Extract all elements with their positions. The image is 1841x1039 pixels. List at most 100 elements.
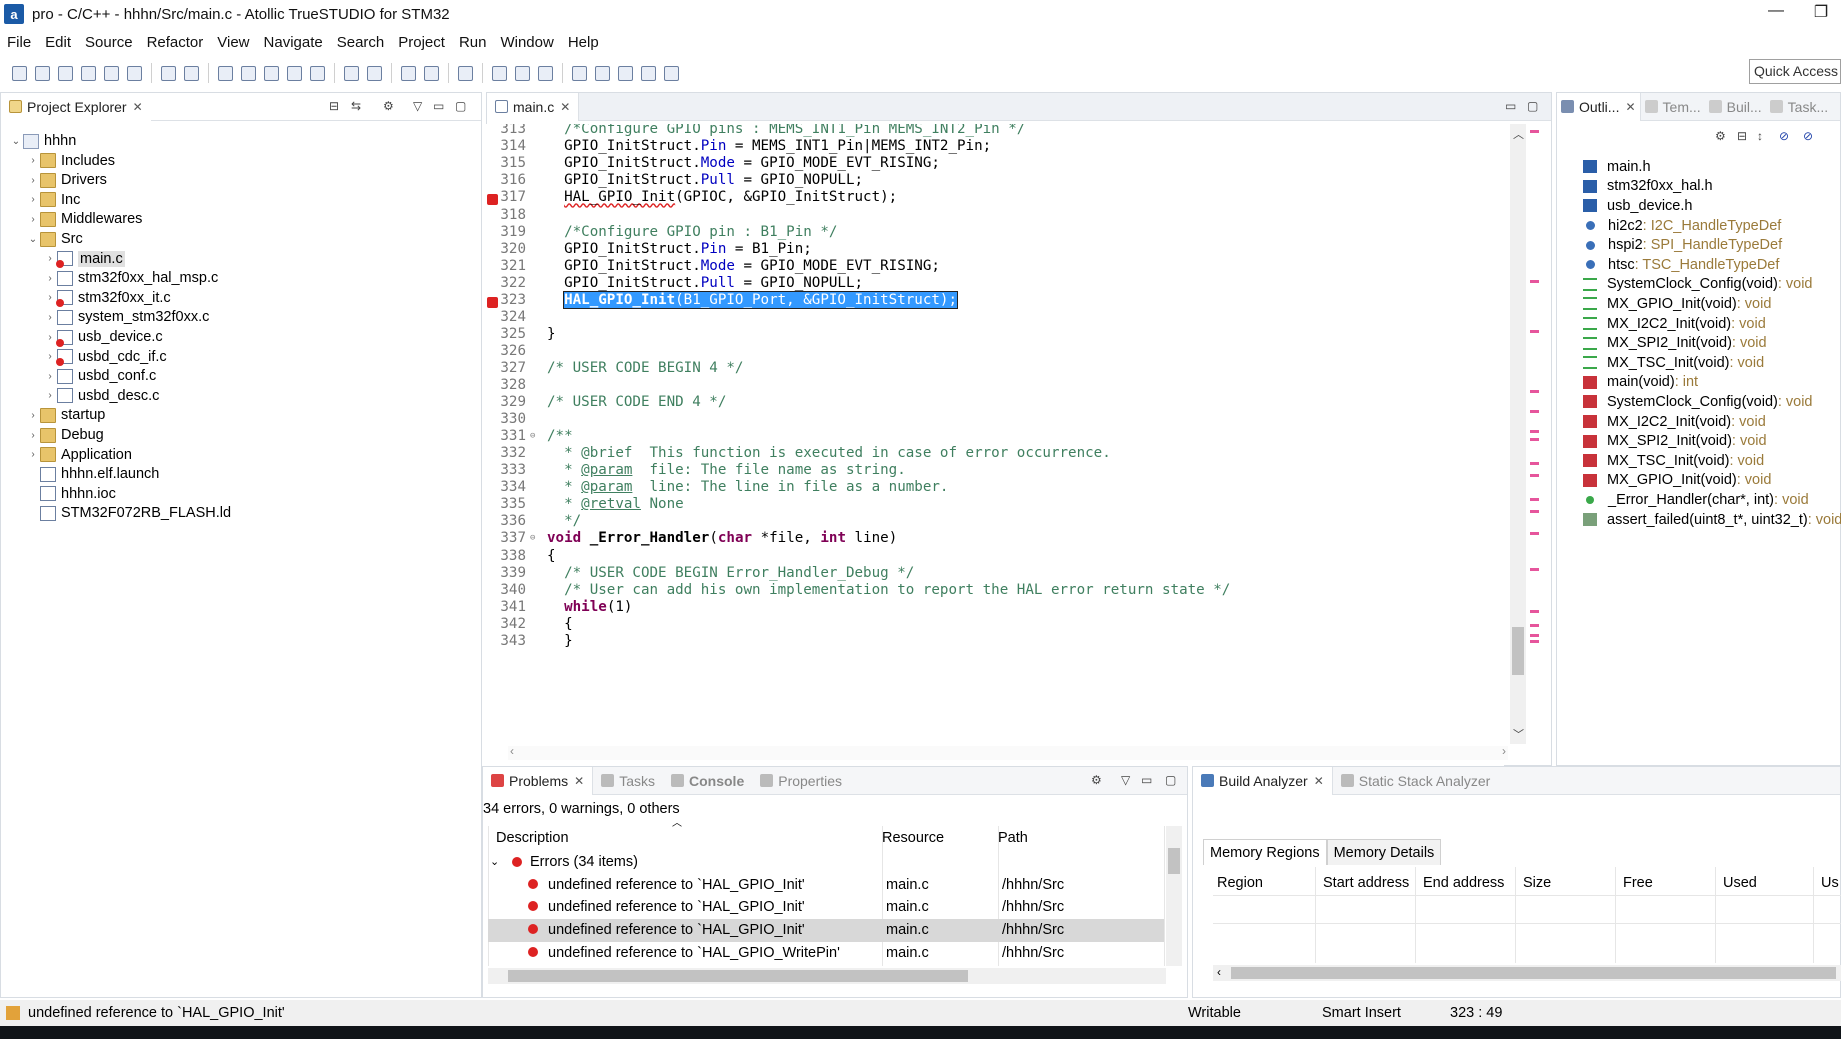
new-header-icon[interactable] xyxy=(31,62,53,84)
problems-horizontal-scrollbar[interactable] xyxy=(488,968,1166,984)
collapsed-arrow-icon[interactable]: › xyxy=(26,449,40,460)
maximize-view-icon[interactable]: ▢ xyxy=(1165,773,1176,787)
code-editor[interactable]: 313 /*Configure GPIO pins : MEMS_INT1_Pi… xyxy=(486,124,1504,768)
layout-icon[interactable] xyxy=(591,62,613,84)
problem-row[interactable]: undefined reference to `HAL_GPIO_Init' ma… xyxy=(488,918,1164,942)
tab-outline-2[interactable]: Buil... xyxy=(1705,93,1766,121)
problem-row[interactable]: undefined reference to `HAL_GPIO_WritePi… xyxy=(488,941,1164,964)
collapsed-arrow-icon[interactable]: › xyxy=(26,214,40,225)
import-icon[interactable] xyxy=(123,62,145,84)
tree-item[interactable]: › startup xyxy=(26,405,105,425)
tab-problems[interactable]: Problems ✕ xyxy=(483,766,594,795)
hide-static-icon[interactable]: ⊘ xyxy=(1779,129,1789,143)
menu-help[interactable]: Help xyxy=(561,34,606,51)
expanded-arrow-icon[interactable]: ⌄ xyxy=(9,136,23,147)
overview-error-mark[interactable] xyxy=(1530,634,1539,637)
close-icon[interactable]: ✕ xyxy=(133,100,143,114)
run-icon[interactable] xyxy=(363,62,385,84)
tab-outline-3[interactable]: Task... xyxy=(1766,93,1832,121)
close-icon[interactable]: ✕ xyxy=(574,774,584,788)
tree-item[interactable]: hhhn.ioc xyxy=(26,484,116,504)
debug-icon[interactable] xyxy=(340,62,362,84)
memory-column-header-0[interactable]: Region xyxy=(1217,875,1263,891)
collapsed-arrow-icon[interactable]: › xyxy=(26,155,40,166)
tree-item[interactable]: › usb_device.c xyxy=(43,327,163,347)
maximize-icon[interactable] xyxy=(637,62,659,84)
column-divider[interactable] xyxy=(1813,867,1814,963)
hide-non-public-icon[interactable]: ⊘ xyxy=(1803,129,1813,143)
sort-icon[interactable]: ↕ xyxy=(1757,129,1763,143)
menu-project[interactable]: Project xyxy=(391,34,452,51)
search-icon[interactable] xyxy=(420,62,442,84)
new-class-icon[interactable] xyxy=(54,62,76,84)
collapsed-arrow-icon[interactable]: › xyxy=(43,351,57,362)
terminal-icon[interactable] xyxy=(454,62,476,84)
tab-build-analyzer[interactable]: Build Analyzer ✕ xyxy=(1193,766,1333,795)
build-icon[interactable] xyxy=(214,62,236,84)
column-header-0[interactable]: Description xyxy=(496,826,569,849)
scrollbar-thumb[interactable] xyxy=(508,970,968,982)
overview-error-mark[interactable] xyxy=(1530,610,1539,613)
column-header-2[interactable]: Path xyxy=(998,826,1028,849)
collapsed-arrow-icon[interactable]: › xyxy=(43,273,57,284)
collapsed-arrow-icon[interactable]: › xyxy=(43,390,57,401)
new-source-folder-icon[interactable] xyxy=(77,62,99,84)
menu-run[interactable]: Run xyxy=(452,34,494,51)
collapsed-arrow-icon[interactable]: › xyxy=(43,292,57,303)
collapsed-arrow-icon[interactable]: › xyxy=(43,332,57,343)
tab-memory-details[interactable]: Memory Details xyxy=(1326,839,1442,865)
tab-main-c[interactable]: main.c ✕ xyxy=(487,92,580,121)
tab-properties[interactable]: Properties xyxy=(752,767,850,795)
memory-column-header-5[interactable]: Used xyxy=(1723,875,1757,891)
tree-item[interactable]: › Drivers xyxy=(26,170,107,190)
collapsed-arrow-icon[interactable]: › xyxy=(43,312,57,323)
tab-tasks[interactable]: Tasks xyxy=(593,767,663,795)
menu-edit[interactable]: Edit xyxy=(38,34,78,51)
overview-error-mark[interactable] xyxy=(1530,624,1539,627)
tree-item[interactable]: › Application xyxy=(26,445,132,465)
editor-vertical-scrollbar[interactable]: ︿ ﹀ xyxy=(1510,124,1526,744)
collapsed-arrow-icon[interactable]: › xyxy=(26,430,40,441)
filter-icon[interactable]: ⚙ xyxy=(1091,773,1102,787)
link-editor-icon[interactable]: ⇆ xyxy=(351,99,361,113)
expanded-arrow-icon[interactable]: ⌄ xyxy=(26,234,40,245)
maximize-view-icon[interactable]: ▢ xyxy=(455,99,466,113)
tree-item[interactable]: › stm32f0xx_hal_msp.c xyxy=(43,268,218,288)
memory-column-header-1[interactable]: Start address xyxy=(1323,875,1409,891)
grid-icon[interactable] xyxy=(614,62,636,84)
tab-static-stack-analyzer[interactable]: Static Stack Analyzer xyxy=(1333,767,1499,795)
tree-item[interactable]: ⌄ Src xyxy=(26,229,83,249)
quick-access-input[interactable]: Quick Access xyxy=(1749,59,1841,84)
collapsed-arrow-icon[interactable]: › xyxy=(43,371,57,382)
problem-row[interactable]: undefined reference to `HAL_GPIO_Init' ma… xyxy=(488,873,1164,896)
hide-fields-icon[interactable]: ⚙ xyxy=(1715,129,1726,143)
tree-item[interactable]: › Debug xyxy=(26,425,103,445)
menu-source[interactable]: Source xyxy=(78,34,140,51)
column-divider[interactable] xyxy=(1715,867,1716,963)
overview-error-mark[interactable] xyxy=(1530,474,1539,477)
collapsed-arrow-icon[interactable]: › xyxy=(43,253,57,264)
column-divider[interactable] xyxy=(1515,867,1516,963)
tab-console[interactable]: Console xyxy=(663,767,752,795)
problem-row[interactable]: undefined reference to `HAL_GPIO_Init' ma… xyxy=(488,896,1164,919)
build-config-icon[interactable] xyxy=(306,62,328,84)
close-icon[interactable]: ✕ xyxy=(560,100,570,114)
overview-error-mark[interactable] xyxy=(1530,640,1539,643)
menu-window[interactable]: Window xyxy=(493,34,560,51)
tab-memory-regions[interactable]: Memory Regions xyxy=(1203,839,1327,865)
collapsed-arrow-icon[interactable]: › xyxy=(26,410,40,421)
new-project-icon[interactable] xyxy=(8,62,30,84)
minimize-button[interactable]: — xyxy=(1756,2,1796,26)
tree-item[interactable]: › stm32f0xx_it.c xyxy=(43,288,171,308)
overview-error-mark[interactable] xyxy=(1530,510,1539,513)
scrollbar-thumb[interactable] xyxy=(1168,848,1180,874)
overview-error-mark[interactable] xyxy=(1530,568,1539,571)
menu-search[interactable]: Search xyxy=(330,34,392,51)
tree-item[interactable]: › usbd_conf.c xyxy=(43,366,156,386)
tab-project-explorer[interactable]: Project Explorer ✕ xyxy=(1,92,151,121)
scrollbar-thumb[interactable] xyxy=(1231,967,1836,979)
new-file-icon[interactable] xyxy=(100,62,122,84)
tree-item[interactable]: › Inc xyxy=(26,190,80,210)
expanded-arrow-icon[interactable]: ⌄ xyxy=(490,855,508,868)
error-marker-icon[interactable] xyxy=(487,194,498,206)
